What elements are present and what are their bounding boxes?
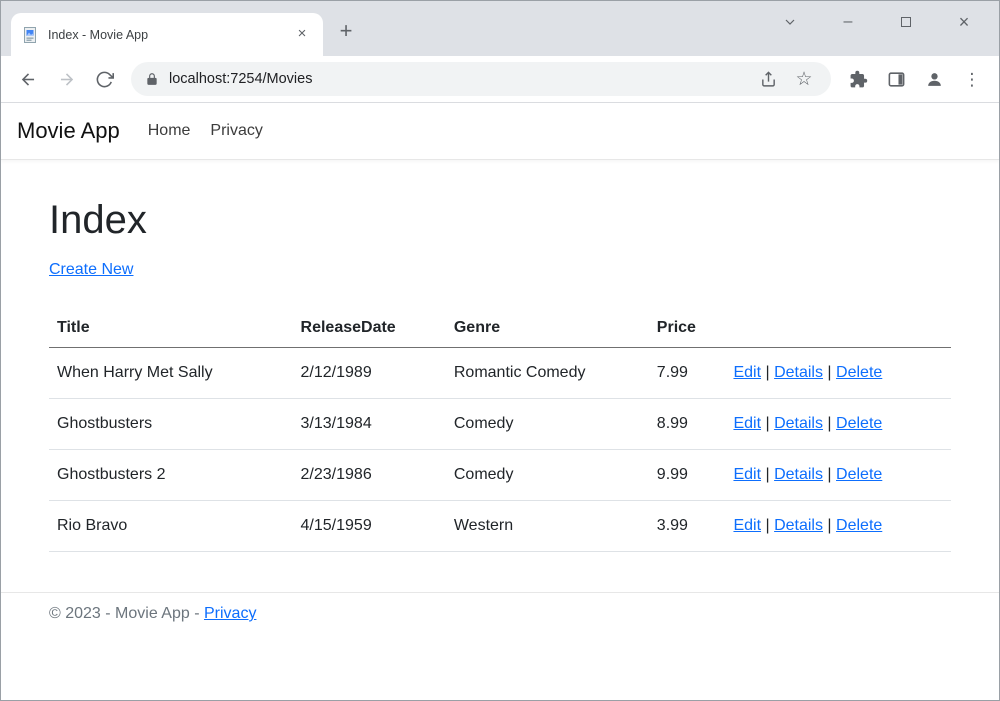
side-panel-icon[interactable] (879, 62, 913, 96)
action-separator: | (761, 466, 774, 483)
browser-toolbar: localhost:7254/Movies ☆ ⋮ (1, 56, 999, 103)
cell-actions: Edit | Details | Delete (725, 399, 951, 450)
edit-link[interactable]: Edit (733, 415, 761, 432)
header-row: Title ReleaseDate Genre Price (49, 309, 951, 348)
site-footer: © 2023 - Movie App - Privacy (1, 592, 999, 635)
window-maximize-button[interactable] (877, 7, 935, 37)
address-bar[interactable]: localhost:7254/Movies ☆ (131, 62, 831, 96)
edit-link[interactable]: Edit (733, 517, 761, 534)
cell-genre: Western (446, 501, 649, 552)
edit-link[interactable]: Edit (733, 466, 761, 483)
tab-title: Index - Movie App (48, 28, 284, 42)
header-actions (725, 309, 951, 348)
movies-table: Title ReleaseDate Genre Price When Harry… (49, 309, 951, 552)
nav-link-privacy[interactable]: Privacy (210, 122, 262, 140)
action-separator: | (761, 364, 774, 381)
browser-window: Index - Movie App × + – × localhost:72 (0, 0, 1000, 701)
action-separator: | (823, 517, 836, 534)
cell-release-date: 2/23/1986 (293, 450, 446, 501)
delete-link[interactable]: Delete (836, 364, 882, 381)
table-row: Ghostbusters 3/13/1984 Comedy 8.99 Edit … (49, 399, 951, 450)
delete-link[interactable]: Delete (836, 415, 882, 432)
table-row: Ghostbusters 2 2/23/1986 Comedy 9.99 Edi… (49, 450, 951, 501)
tab-strip: Index - Movie App × + – × (1, 1, 999, 56)
header-genre: Genre (446, 309, 649, 348)
cell-release-date: 3/13/1984 (293, 399, 446, 450)
details-link[interactable]: Details (774, 364, 823, 381)
chevron-down-icon[interactable] (761, 7, 819, 37)
profile-avatar-icon[interactable] (917, 62, 951, 96)
main-content: Index Create New Title ReleaseDate Genre… (1, 160, 999, 552)
create-new-link[interactable]: Create New (49, 261, 133, 278)
copyright-text: © 2023 - Movie App - (49, 605, 200, 622)
tab-favicon-icon (23, 27, 39, 43)
header-title: Title (49, 309, 293, 348)
url-text: localhost:7254/Movies (169, 71, 745, 87)
cell-genre: Romantic Comedy (446, 348, 649, 399)
page-title: Index (49, 198, 951, 243)
cell-actions: Edit | Details | Delete (725, 450, 951, 501)
back-button[interactable] (11, 62, 45, 96)
cell-price: 8.99 (649, 399, 726, 450)
details-link[interactable]: Details (774, 415, 823, 432)
cell-genre: Comedy (446, 399, 649, 450)
footer-privacy-link[interactable]: Privacy (204, 605, 256, 622)
cell-actions: Edit | Details | Delete (725, 501, 951, 552)
cell-release-date: 2/12/1989 (293, 348, 446, 399)
new-tab-button[interactable]: + (333, 18, 359, 44)
cell-title: Ghostbusters (49, 399, 293, 450)
action-separator: | (761, 517, 774, 534)
delete-link[interactable]: Delete (836, 517, 882, 534)
tab-close-icon[interactable]: × (293, 26, 311, 44)
header-price: Price (649, 309, 726, 348)
brand-link[interactable]: Movie App (17, 118, 120, 144)
reload-button[interactable] (87, 62, 121, 96)
window-minimize-button[interactable]: – (819, 7, 877, 37)
action-separator: | (823, 415, 836, 432)
cell-price: 7.99 (649, 348, 726, 399)
window-close-button[interactable]: × (935, 7, 993, 37)
cell-title: Ghostbusters 2 (49, 450, 293, 501)
delete-link[interactable]: Delete (836, 466, 882, 483)
maximize-icon (901, 17, 911, 27)
cell-release-date: 4/15/1959 (293, 501, 446, 552)
cell-price: 9.99 (649, 450, 726, 501)
movies-table-body: When Harry Met Sally 2/12/1989 Romantic … (49, 348, 951, 552)
movies-table-head: Title ReleaseDate Genre Price (49, 309, 951, 348)
cell-genre: Comedy (446, 450, 649, 501)
lock-icon (145, 72, 159, 86)
cell-price: 3.99 (649, 501, 726, 552)
forward-button[interactable] (49, 62, 83, 96)
action-separator: | (761, 415, 774, 432)
action-separator: | (823, 466, 836, 483)
cell-actions: Edit | Details | Delete (725, 348, 951, 399)
nav-link-home[interactable]: Home (148, 122, 191, 140)
cell-title: When Harry Met Sally (49, 348, 293, 399)
browser-tab[interactable]: Index - Movie App × (11, 13, 323, 56)
details-link[interactable]: Details (774, 466, 823, 483)
window-controls: – × (761, 7, 993, 37)
cell-title: Rio Bravo (49, 501, 293, 552)
share-icon[interactable] (755, 66, 781, 92)
table-row: Rio Bravo 4/15/1959 Western 3.99 Edit | … (49, 501, 951, 552)
site-navbar: Movie App Home Privacy (1, 103, 999, 160)
table-row: When Harry Met Sally 2/12/1989 Romantic … (49, 348, 951, 399)
edit-link[interactable]: Edit (733, 364, 761, 381)
header-release-date: ReleaseDate (293, 309, 446, 348)
bookmark-star-icon[interactable]: ☆ (791, 66, 817, 92)
menu-kebab-icon[interactable]: ⋮ (955, 62, 989, 96)
details-link[interactable]: Details (774, 517, 823, 534)
extensions-puzzle-icon[interactable] (841, 62, 875, 96)
action-separator: | (823, 364, 836, 381)
